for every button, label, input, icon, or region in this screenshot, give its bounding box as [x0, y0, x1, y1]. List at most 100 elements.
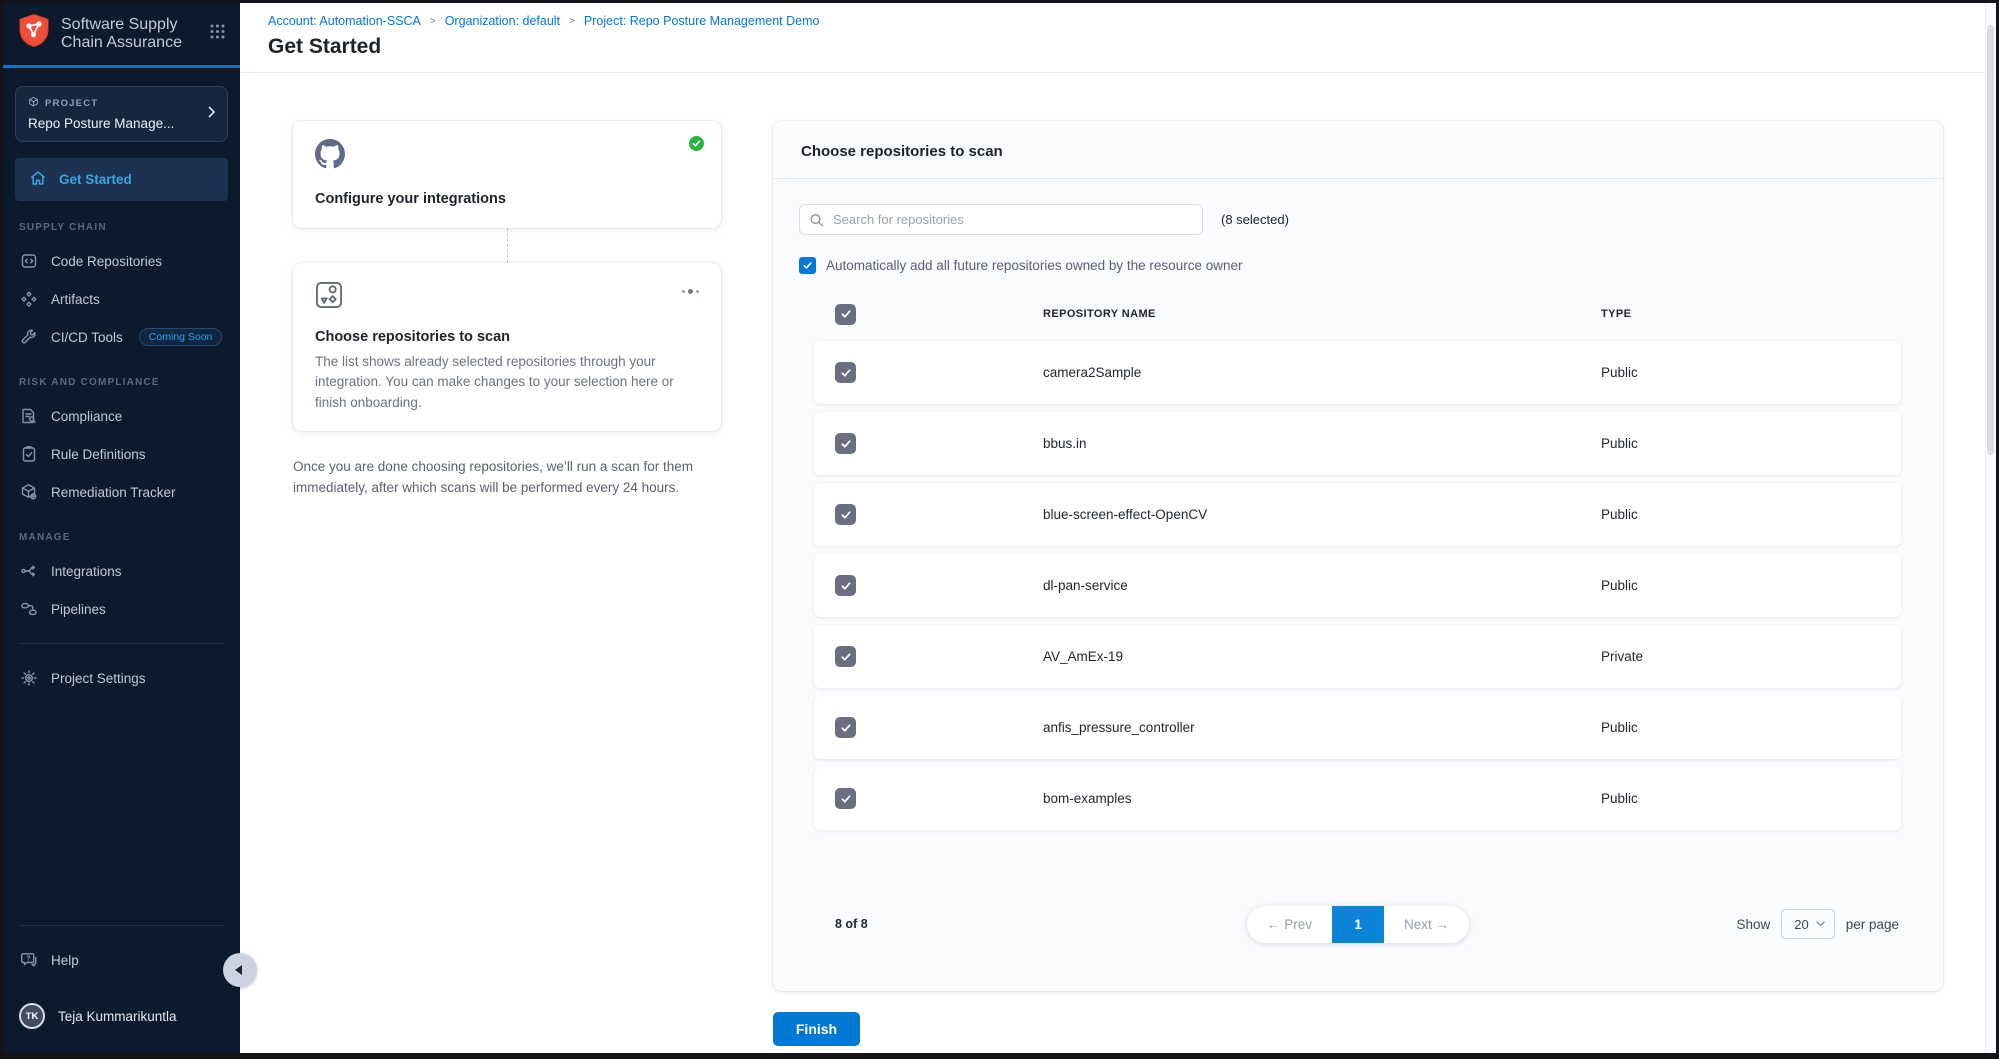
integrations-icon: [19, 562, 38, 580]
column-header-type: TYPE: [1601, 308, 1880, 320]
sidebar-item-rule-definitions[interactable]: Rule Definitions: [3, 435, 240, 473]
sidebar-item-remediation-tracker[interactable]: Remediation Tracker: [3, 473, 240, 511]
auto-add-checkbox[interactable]: [799, 257, 816, 274]
sidebar-item-integrations[interactable]: Integrations: [3, 552, 240, 590]
sidebar-collapse-handle[interactable]: [223, 953, 257, 987]
sidebar-item-artifacts[interactable]: Artifacts: [3, 280, 240, 318]
repo-name: anfis_pressure_controller: [1043, 720, 1601, 735]
sidebar-item-label: CI/CD Tools: [51, 330, 123, 345]
repo-name: bbus.in: [1043, 436, 1601, 451]
sidebar-item-cicd-tools[interactable]: CI/CD Tools Coming Soon: [3, 318, 240, 356]
project-label: PROJECT: [45, 98, 98, 109]
pager: ← Prev 1 Next →: [1247, 906, 1469, 943]
breadcrumb-project[interactable]: Project: Repo Posture Management Demo: [584, 14, 820, 28]
repo-type: Public: [1601, 365, 1880, 380]
search-icon: [809, 212, 824, 227]
next-page-button[interactable]: Next →: [1384, 906, 1469, 943]
project-selector[interactable]: PROJECT Repo Posture Manage...: [15, 86, 228, 142]
breadcrumb-separator: >: [569, 16, 575, 27]
current-page-button[interactable]: 1: [1332, 906, 1384, 943]
row-checkbox[interactable]: [835, 646, 856, 667]
page-scrollbar[interactable]: [1985, 3, 1996, 1053]
chevron-right-icon: [208, 105, 216, 123]
breadcrumb-separator: >: [430, 16, 436, 27]
sidebar-item-label: Remediation Tracker: [51, 485, 176, 500]
main-body: Configure your integrations: [240, 73, 1996, 1053]
help-chat-icon: ?: [19, 951, 38, 969]
sidebar-item-project-settings[interactable]: Project Settings: [3, 659, 240, 697]
row-checkbox[interactable]: [835, 788, 856, 809]
prev-page-button[interactable]: ← Prev: [1247, 906, 1332, 943]
app-grid-icon[interactable]: [209, 23, 226, 45]
repo-type: Public: [1601, 436, 1880, 451]
repo-name: camera2Sample: [1043, 365, 1601, 380]
sidebar-user[interactable]: TK Teja Kummarikuntla: [3, 993, 240, 1039]
sidebar-item-label: Rule Definitions: [51, 447, 146, 462]
repo-type: Public: [1601, 720, 1880, 735]
sidebar-item-compliance[interactable]: Compliance: [3, 397, 240, 435]
step-description: The list shows already selected reposito…: [315, 352, 699, 413]
app-window: Software Supply Chain Assurance PROJ: [3, 3, 1996, 1053]
section-label-supply-chain: SUPPLY CHAIN: [3, 201, 240, 242]
step-card-configure-integrations[interactable]: Configure your integrations: [293, 121, 721, 228]
scrollbar-thumb[interactable]: [1987, 25, 1994, 455]
table-row[interactable]: dl-pan-service Public: [814, 554, 1901, 617]
finish-button[interactable]: Finish: [773, 1012, 860, 1046]
gear-icon: [19, 669, 38, 687]
sidebar-item-help[interactable]: ? Help: [3, 941, 240, 979]
brand-shield-logo-icon: [17, 13, 51, 56]
table-row[interactable]: anfis_pressure_controller Public: [814, 696, 1901, 759]
repo-type: Private: [1601, 649, 1880, 664]
row-checkbox[interactable]: [835, 362, 856, 383]
table-row[interactable]: blue-screen-effect-OpenCV Public: [814, 483, 1901, 546]
sidebar-item-code-repositories[interactable]: Code Repositories: [3, 242, 240, 280]
compliance-doc-icon: [19, 407, 38, 425]
row-checkbox[interactable]: [835, 433, 856, 454]
page-size-select[interactable]: 20: [1781, 909, 1834, 939]
select-all-checkbox[interactable]: [835, 304, 856, 325]
repositories-table: REPOSITORY NAME TYPE camera2Sample Publi…: [773, 274, 1943, 838]
choose-repositories-panel: Choose repositories to scan (8 selected): [773, 121, 1943, 991]
repositories-scan-icon: [315, 281, 343, 314]
sidebar-divider: [19, 643, 224, 644]
sidebar-item-label: Integrations: [51, 564, 122, 579]
step-title: Configure your integrations: [315, 191, 699, 207]
sidebar-item-label: Get Started: [59, 172, 132, 187]
auto-add-checkbox-row[interactable]: Automatically add all future repositorie…: [799, 257, 1915, 274]
clipboard-check-icon: [19, 445, 38, 463]
step-card-choose-repositories[interactable]: Choose repositories to scan The list sho…: [293, 263, 721, 431]
remediation-box-icon: [19, 483, 38, 501]
repo-type: Public: [1601, 791, 1880, 806]
table-row[interactable]: bom-examples Public: [814, 767, 1901, 830]
sidebar-item-label: Artifacts: [51, 292, 100, 307]
onboarding-stepper: Configure your integrations: [293, 121, 721, 499]
sidebar-item-label: Compliance: [51, 409, 122, 424]
sidebar-bottom: ? Help TK Teja Kummarikuntla: [3, 910, 240, 1053]
column-header-repository-name: REPOSITORY NAME: [1043, 308, 1601, 320]
chevron-down-icon: [1816, 921, 1825, 927]
repo-name: blue-screen-effect-OpenCV: [1043, 507, 1601, 522]
pagination-count: 8 of 8: [835, 917, 868, 931]
row-checkbox[interactable]: [835, 717, 856, 738]
sidebar: Software Supply Chain Assurance PROJ: [3, 3, 240, 1053]
panel-title: Choose repositories to scan: [801, 143, 1915, 160]
breadcrumb-account[interactable]: Account: Automation-SSCA: [268, 14, 421, 28]
sidebar-item-pipelines[interactable]: Pipelines: [3, 590, 240, 628]
sidebar-item-get-started[interactable]: Get Started: [15, 158, 228, 201]
panel-controls: (8 selected) Automatically add all futur…: [773, 179, 1943, 274]
stepper-note: Once you are done choosing repositories,…: [293, 457, 721, 499]
home-icon: [29, 169, 47, 190]
step-title: Choose repositories to scan: [315, 329, 699, 345]
row-checkbox[interactable]: [835, 575, 856, 596]
search-input[interactable]: [799, 204, 1203, 235]
page-title: Get Started: [268, 35, 1968, 59]
pagination-bar: 8 of 8 ← Prev 1 Next → Show 20 per page: [773, 909, 1943, 939]
row-checkbox[interactable]: [835, 504, 856, 525]
table-row[interactable]: bbus.in Public: [814, 412, 1901, 475]
repo-name: bom-examples: [1043, 791, 1601, 806]
table-row[interactable]: AV_AmEx-19 Private: [814, 625, 1901, 688]
table-row[interactable]: camera2Sample Public: [814, 341, 1901, 404]
coming-soon-badge: Coming Soon: [139, 328, 223, 346]
breadcrumb-organization[interactable]: Organization: default: [445, 14, 560, 28]
repo-type: Public: [1601, 578, 1880, 593]
